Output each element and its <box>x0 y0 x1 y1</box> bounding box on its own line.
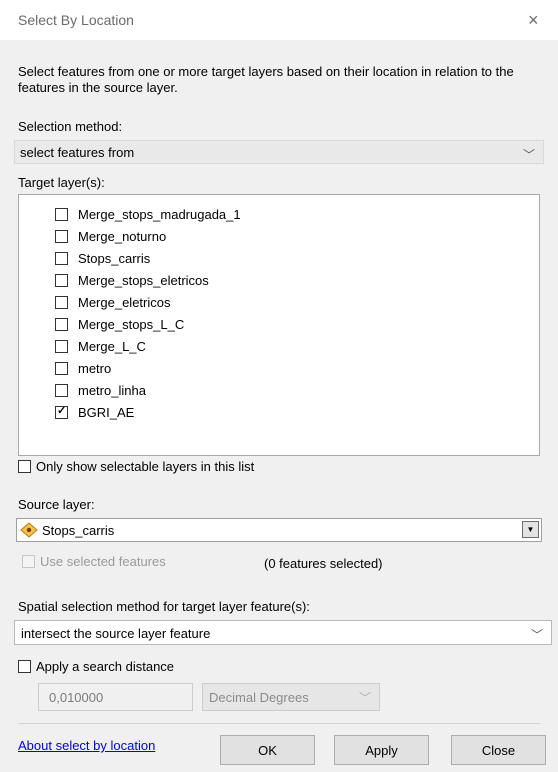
spatial-method-label: Spatial selection method for target laye… <box>18 599 310 614</box>
chevron-down-icon: ﹀ <box>530 628 543 642</box>
footer-divider <box>18 723 540 724</box>
list-item[interactable]: Merge_stops_madrugada_1 <box>55 205 241 223</box>
layer-label: metro <box>78 360 112 376</box>
ok-button[interactable]: OK <box>220 735 315 765</box>
list-item[interactable]: Merge_noturno <box>55 227 166 245</box>
use-selected-checkbox <box>22 555 35 568</box>
dropdown-arrow-icon[interactable]: ▼ <box>522 521 539 538</box>
checkbox[interactable] <box>55 251 68 265</box>
spatial-method-dropdown[interactable]: intersect the source layer feature ﹀ <box>14 620 552 645</box>
source-layer-dropdown[interactable]: Stops_carris ▼ <box>16 518 542 542</box>
list-item[interactable]: BGRI_AE <box>55 403 134 421</box>
chevron-down-icon: ﹀ <box>358 691 371 705</box>
checkbox[interactable] <box>55 361 68 375</box>
about-link[interactable]: About select by location <box>18 738 155 753</box>
selection-method-label: Selection method: <box>18 119 123 134</box>
only-selectable-label: Only show selectable layers in this list <box>36 459 255 474</box>
search-distance-option[interactable]: Apply a search distance <box>18 659 174 674</box>
target-layers-label: Target layer(s): <box>18 175 105 190</box>
close-button[interactable]: Close <box>451 735 546 765</box>
list-item[interactable]: metro_linha <box>55 381 146 399</box>
selection-method-value: select features from <box>20 145 135 160</box>
list-item[interactable]: Stops_carris <box>55 249 150 267</box>
layer-label: Merge_eletricos <box>78 294 171 310</box>
target-layers-list[interactable]: Merge_stops_madrugada_1 Merge_noturno St… <box>18 194 540 456</box>
checkbox[interactable] <box>55 339 68 353</box>
checkbox-checked[interactable] <box>55 404 68 419</box>
layer-label: Merge_noturno <box>78 228 167 244</box>
spatial-method-value: intersect the source layer feature <box>21 626 211 641</box>
description-text: Select features from one or more target … <box>18 64 514 95</box>
title-bar: Select By Location × <box>0 0 558 40</box>
only-selectable-option[interactable]: Only show selectable layers in this list <box>18 459 254 474</box>
window-title: Select By Location <box>18 12 134 28</box>
search-distance-checkbox[interactable] <box>18 660 31 673</box>
checkbox[interactable] <box>55 273 68 287</box>
list-item[interactable]: Merge_L_C <box>55 337 146 355</box>
close-icon[interactable]: × <box>528 10 539 31</box>
list-item[interactable]: Merge_stops_eletricos <box>55 271 209 289</box>
list-item[interactable]: Merge_eletricos <box>55 293 171 311</box>
only-selectable-checkbox[interactable] <box>18 460 31 473</box>
search-distance-label: Apply a search distance <box>36 659 175 674</box>
source-layer-label: Source layer: <box>18 497 95 512</box>
layer-label: Stops_carris <box>78 250 151 266</box>
source-layer-value: Stops_carris <box>42 523 115 538</box>
use-selected-option: Use selected features <box>22 554 166 569</box>
search-distance-input: 0,010000 <box>38 683 193 711</box>
list-item[interactable]: metro <box>55 359 111 377</box>
point-layer-icon <box>20 522 38 541</box>
checkbox[interactable] <box>55 207 68 221</box>
chevron-down-icon: ﹀ <box>522 148 535 162</box>
layer-label: Merge_L_C <box>78 338 146 354</box>
list-item[interactable]: Merge_stops_L_C <box>55 315 184 333</box>
distance-units-value: Decimal Degrees <box>209 690 309 705</box>
layer-label: metro_linha <box>78 382 146 398</box>
checkbox[interactable] <box>55 295 68 309</box>
selection-method-dropdown[interactable]: select features from ﹀ <box>14 140 544 164</box>
checkbox[interactable] <box>55 383 68 397</box>
layer-label: Merge_stops_L_C <box>78 316 185 332</box>
checkbox[interactable] <box>55 317 68 331</box>
layer-label: Merge_stops_eletricos <box>78 272 209 288</box>
apply-button[interactable]: Apply <box>334 735 429 765</box>
search-distance-value: 0,010000 <box>49 690 104 705</box>
checkbox[interactable] <box>55 229 68 243</box>
layer-label: BGRI_AE <box>78 404 135 420</box>
features-selected-count: (0 features selected) <box>264 556 383 571</box>
use-selected-label: Use selected features <box>40 554 166 569</box>
distance-units-dropdown: Decimal Degrees ﹀ <box>202 683 380 711</box>
layer-label: Merge_stops_madrugada_1 <box>78 206 241 222</box>
